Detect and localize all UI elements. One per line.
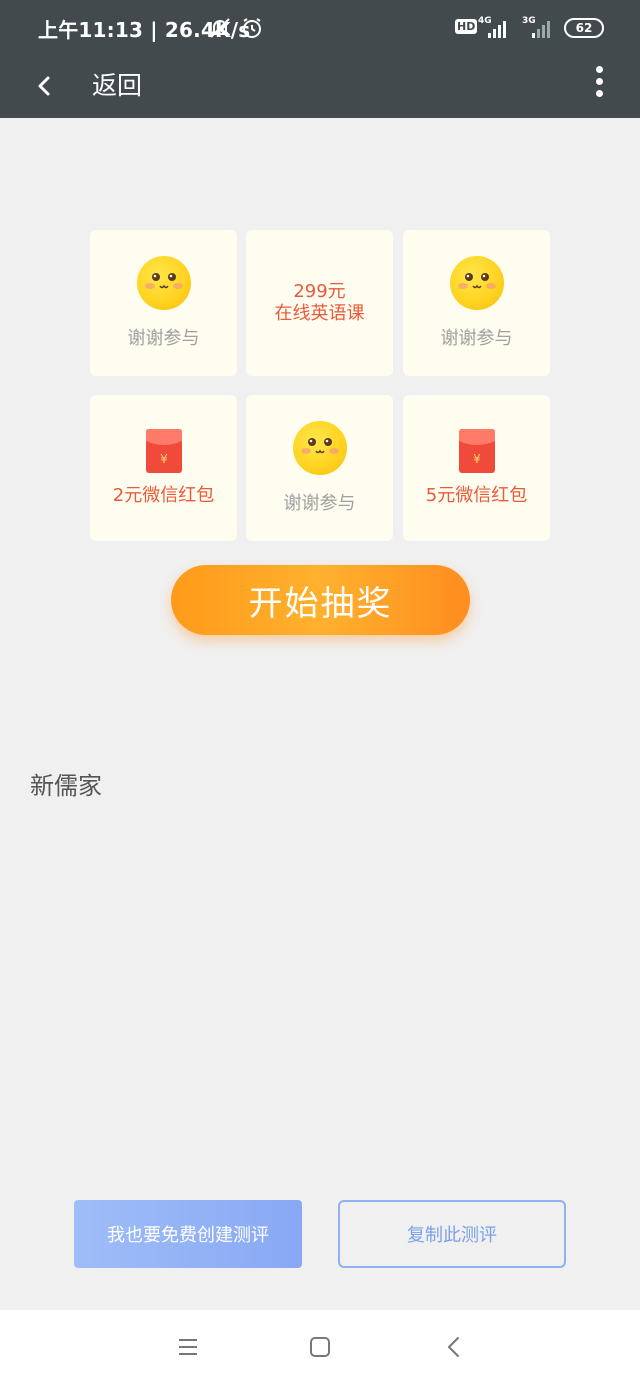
- more-options-icon[interactable]: [592, 66, 606, 100]
- create-evaluation-button[interactable]: 我也要免费创建测评: [74, 1200, 302, 1268]
- prize-amount: 299元: [293, 280, 346, 302]
- red-packet-icon: ¥: [145, 428, 182, 473]
- system-nav-bar: [0, 1310, 640, 1386]
- prize-label: 5元微信红包: [425, 484, 528, 506]
- prize-cell-thanks: 谢谢参与: [246, 395, 393, 541]
- start-lottery-button[interactable]: 开始抽奖: [171, 565, 470, 635]
- copy-evaluation-button[interactable]: 复制此测评: [338, 1200, 566, 1268]
- smiley-face-icon: [449, 256, 504, 310]
- prize-label: 2元微信红包: [112, 484, 215, 506]
- status-bar: 上午11:13 | 26.4K/s HD 4G 3G 62: [0, 0, 640, 56]
- battery-indicator: 62: [564, 18, 604, 38]
- signal-4g-icon: 4G: [476, 16, 510, 40]
- prize-label: 谢谢参与: [127, 328, 200, 349]
- nav-bar: 返回: [0, 56, 640, 118]
- back-triangle-icon[interactable]: [442, 1336, 466, 1362]
- prize-label: 谢谢参与: [283, 493, 356, 514]
- home-square-icon[interactable]: [308, 1336, 332, 1362]
- prize-cell-english-course: 299元 在线英语课: [246, 230, 393, 376]
- svg-text:¥: ¥: [160, 452, 168, 466]
- prize-cell-thanks: 谢谢参与: [90, 230, 237, 376]
- back-button[interactable]: 返回: [92, 66, 142, 102]
- hd-badge: HD: [455, 19, 478, 34]
- signal-3g-icon: 3G: [520, 16, 556, 40]
- lottery-grid: 谢谢参与 299元 在线英语课 谢谢参与 ¥ 2元微信红包 谢谢参与 ¥ 5元微…: [90, 230, 550, 542]
- prize-cell-thanks: 谢谢参与: [403, 230, 550, 376]
- alarm-clock-icon: [240, 16, 264, 40]
- brand-name: 新儒家: [30, 772, 102, 800]
- back-chevron-icon[interactable]: [30, 70, 60, 102]
- prize-cell-redpacket-2: ¥ 2元微信红包: [90, 395, 237, 541]
- smiley-face-icon: [292, 421, 347, 475]
- menu-icon[interactable]: [176, 1336, 200, 1362]
- prize-label: 谢谢参与: [440, 328, 513, 349]
- mute-bell-icon: [208, 16, 232, 40]
- prize-cell-redpacket-5: ¥ 5元微信红包: [403, 395, 550, 541]
- red-packet-icon: ¥: [458, 428, 495, 473]
- smiley-face-icon: [136, 256, 191, 310]
- svg-text:¥: ¥: [473, 452, 481, 466]
- prize-label: 在线英语课: [274, 303, 365, 324]
